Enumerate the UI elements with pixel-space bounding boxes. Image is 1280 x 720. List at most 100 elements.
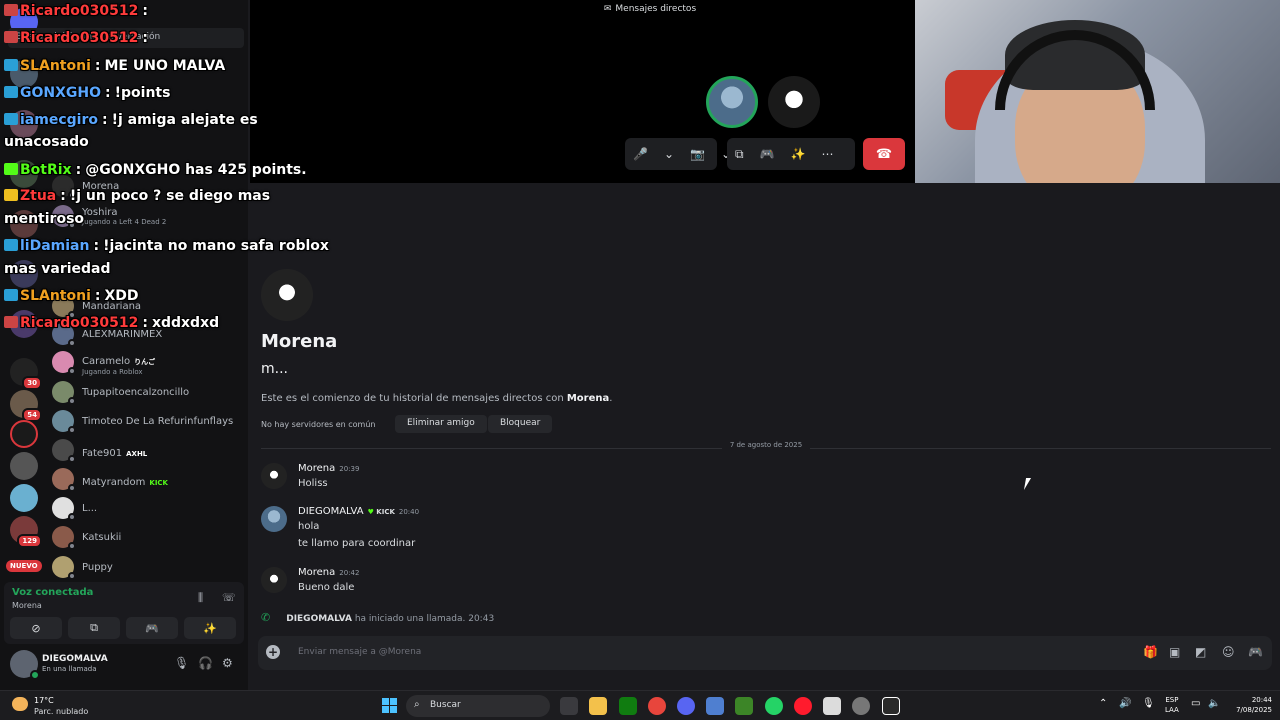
chat-message: XDD (104, 288, 139, 304)
network-icon[interactable]: ▭ (1191, 698, 1200, 709)
chevron-up-icon[interactable]: ⌃ (1099, 698, 1107, 709)
gift-icon[interactable]: 🎁 (1143, 645, 1158, 659)
server-icon[interactable] (10, 420, 38, 448)
language-indicator[interactable]: ESP LAA (1165, 695, 1179, 715)
gif-icon[interactable]: ▣ (1169, 645, 1180, 659)
avatar (52, 526, 76, 550)
dm-item[interactable]: Fate901 AXHL (52, 436, 242, 464)
gamepad-icon[interactable]: 🎮 (752, 147, 783, 161)
activity-button[interactable]: 🎮 (126, 617, 178, 639)
chat-message: mentiroso (4, 211, 85, 227)
xbox-icon[interactable] (619, 697, 637, 715)
participant-avatar[interactable] (768, 76, 820, 128)
soundboard-icon[interactable]: ✨ (783, 147, 814, 161)
message-composer[interactable]: + Enviar mensaje a @Morena 🎁 ▣ ◩ ☺ 🎮 (258, 636, 1272, 670)
server-icon[interactable]: 30 (10, 358, 42, 390)
avatar[interactable] (261, 463, 287, 489)
avatar (52, 351, 76, 375)
dm-item[interactable]: Tupapitoencalzoncillo (52, 378, 242, 406)
dm-name: Yoshira (82, 206, 118, 218)
camera-icon[interactable]: 📷 (682, 147, 713, 161)
dm-item[interactable]: Puppy (52, 553, 242, 581)
avatar[interactable] (10, 650, 40, 680)
participant-avatar[interactable] (706, 76, 758, 128)
new-badge: NUEVO (6, 560, 42, 572)
avatar[interactable] (261, 567, 287, 593)
server-icon[interactable]: 54 (10, 390, 42, 422)
profile-avatar[interactable] (261, 269, 313, 321)
webcam-overlay (915, 0, 1280, 205)
discord-icon[interactable] (677, 697, 695, 715)
more-icon[interactable]: ⋯ (813, 147, 841, 161)
dm-item[interactable]: Katsukii (52, 523, 242, 551)
message-author: DIEGOMALVA ♥ KICK 20:40 (298, 506, 420, 517)
server-icon[interactable] (10, 484, 38, 512)
chat-username: Ricardo030512 (20, 30, 139, 46)
chevron-down-icon[interactable]: ⌄ (656, 147, 682, 161)
chat-username: liDamian (20, 238, 90, 254)
message-text: te llamo para coordinar (298, 538, 416, 549)
chat-badge-icon (4, 59, 18, 71)
dm-item[interactable]: Timoteo De La Refurinfunflays (52, 407, 242, 435)
hangup-button[interactable]: ☎ (863, 138, 905, 170)
unread-badge: 129 (17, 534, 42, 548)
block-button[interactable]: Bloquear (488, 415, 553, 433)
mic-icon[interactable]: 🎤 (625, 147, 656, 161)
noise-suppression-icon[interactable]: ⫼ (198, 591, 203, 605)
voice-channel[interactable]: Morena (12, 601, 42, 610)
message-text: hola (298, 521, 320, 532)
minecraft-icon[interactable] (735, 697, 753, 715)
emoji-icon[interactable]: ☺ (1222, 645, 1235, 659)
headphones-icon[interactable]: 🎧 (198, 656, 213, 670)
chat-badge-icon (4, 316, 18, 328)
user-panel: DIEGOMALVA En una llamada 🎙 🎧 ⚙ (4, 646, 244, 682)
dm-name: Tupapitoencalzoncillo (82, 386, 190, 398)
soundboard-button[interactable]: ✨ (184, 617, 236, 639)
chat-badge-icon (4, 163, 18, 175)
task-view-icon[interactable] (560, 697, 578, 715)
dm-info: Katsukii (82, 532, 121, 543)
avatar (52, 381, 76, 405)
screen-share-button[interactable]: ⧉ (68, 617, 120, 639)
volume-icon[interactable]: 🔊 (1119, 698, 1131, 709)
camera-off-icon: ⊘ (31, 621, 41, 635)
speaker-icon[interactable]: 🔈 (1208, 698, 1220, 709)
voice-status: Voz conectada (12, 587, 94, 598)
dm-name: Timoteo De La Refurinfunflays (82, 415, 234, 427)
chat-badge-icon (4, 189, 18, 201)
call-actions: ⧉ 🎮 ✨ ⋯ (727, 138, 855, 170)
mic-icon[interactable]: 🎙 (174, 656, 189, 670)
gear-icon[interactable]: ⚙ (222, 656, 233, 670)
dm-name: Puppy (82, 561, 113, 573)
username: DIEGOMALVA (42, 654, 108, 664)
chat-badge-icon (4, 113, 18, 125)
epic-games-icon[interactable] (882, 697, 900, 715)
avatar[interactable] (261, 506, 287, 532)
file-explorer-icon[interactable] (589, 697, 607, 715)
sticker-icon[interactable]: ◩ (1195, 645, 1206, 659)
apps-icon[interactable]: 🎮 (1248, 645, 1263, 659)
dm-item[interactable]: Matyrandom KICK (52, 465, 242, 493)
store-icon[interactable] (706, 697, 724, 715)
server-icon[interactable]: 129 (10, 516, 42, 548)
chat-line: Ricardo030512: (4, 30, 152, 46)
whatsapp-icon[interactable] (765, 697, 783, 715)
app-icon[interactable] (823, 697, 841, 715)
camera-button[interactable]: ⊘ (10, 617, 62, 639)
server-icon[interactable] (10, 452, 38, 480)
remove-friend-button[interactable]: Eliminar amigo (395, 415, 487, 433)
obs-icon[interactable] (852, 697, 870, 715)
windows-start-icon[interactable] (382, 698, 397, 713)
dm-item[interactable]: L... (52, 494, 242, 522)
dm-item[interactable]: Caramelo りんご Jugando a Roblox (52, 348, 242, 376)
screen-share-icon[interactable]: ⧉ (727, 147, 752, 162)
opera-icon[interactable] (794, 697, 812, 715)
mic-icon[interactable]: 🎙 (1142, 698, 1155, 709)
disconnect-icon[interactable]: ☏ (222, 591, 236, 604)
plus-icon[interactable]: + (266, 645, 280, 659)
taskbar-search[interactable]: ⌕ Buscar (406, 695, 550, 717)
chat-line: GONXGHO: !points (4, 85, 170, 101)
chrome-icon[interactable] (648, 697, 666, 715)
clock[interactable]: 20:44 7/08/2025 (1228, 695, 1272, 715)
chat-message: !jacinta no mano safa roblox (103, 238, 329, 254)
